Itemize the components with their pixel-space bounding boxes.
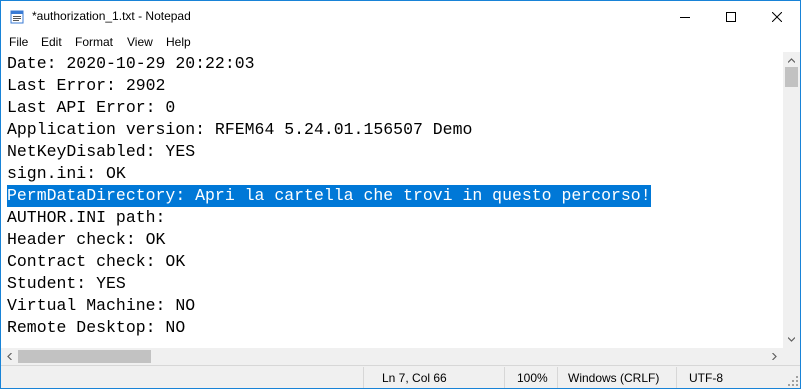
minimize-button[interactable] [662, 1, 708, 32]
title-bar[interactable]: *authorization_1.txt - Notepad [1, 1, 800, 32]
scroll-left-button[interactable] [1, 348, 18, 365]
cursor-position: Ln 7, Col 66 [382, 371, 447, 385]
vertical-scrollbar[interactable] [783, 52, 800, 348]
maximize-button[interactable] [708, 1, 754, 32]
status-bar: Ln 7, Col 66 100% Windows (CRLF) UTF-8 [1, 365, 800, 388]
selected-text-line: PermDataDirectory: Apri la cartella che … [7, 185, 651, 207]
text-line: sign.ini: OK [7, 164, 126, 183]
chevron-left-icon [7, 353, 12, 360]
horizontal-scrollbar[interactable] [1, 348, 783, 365]
scrollbar-corner [783, 348, 800, 365]
text-line: Date: 2020-10-29 20:22:03 [7, 54, 255, 73]
encoding: UTF-8 [689, 371, 723, 385]
close-icon [772, 11, 782, 22]
resize-grip-icon[interactable] [788, 376, 798, 386]
vertical-scroll-thumb[interactable] [785, 67, 798, 87]
zoom-level: 100% [517, 371, 548, 385]
notepad-window: *authorization_1.txt - Notepad File Edit… [0, 0, 801, 389]
line-ending: Windows (CRLF) [568, 371, 660, 385]
text-line: AUTHOR.INI path: [7, 208, 166, 227]
menu-file[interactable]: File [9, 35, 28, 49]
status-divider [557, 367, 558, 388]
text-line: Remote Desktop: NO [7, 318, 186, 337]
text-line: Contract check: OK [7, 252, 186, 271]
close-button[interactable] [754, 1, 800, 32]
horizontal-scroll-thumb[interactable] [18, 350, 151, 363]
text-line: Header check: OK [7, 230, 166, 249]
text-line: Virtual Machine: NO [7, 296, 196, 315]
menu-bar: File Edit Format View Help [1, 32, 800, 52]
notepad-icon [10, 10, 24, 24]
menu-help[interactable]: Help [166, 35, 191, 49]
text-line: NetKeyDisabled: YES [7, 142, 196, 161]
text-line: Last API Error: 0 [7, 98, 176, 117]
status-divider [363, 367, 364, 388]
status-divider [676, 367, 677, 388]
menu-format[interactable]: Format [75, 35, 113, 49]
chevron-up-icon [788, 58, 795, 63]
text-line: Last Error: 2902 [7, 76, 166, 95]
chevron-down-icon [788, 337, 795, 342]
chevron-right-icon [772, 353, 777, 360]
menu-view[interactable]: View [127, 35, 153, 49]
maximize-icon [726, 11, 736, 22]
scroll-down-button[interactable] [783, 331, 800, 348]
scroll-right-button[interactable] [766, 348, 783, 365]
text-editor[interactable]: Date: 2020-10-29 20:22:03 Last Error: 29… [1, 52, 783, 348]
text-line: Student: YES [7, 274, 126, 293]
menu-edit[interactable]: Edit [41, 35, 62, 49]
minimize-icon [680, 16, 690, 18]
text-line: Application version: RFEM64 5.24.01.1565… [7, 120, 473, 139]
status-divider [504, 367, 505, 388]
window-title: *authorization_1.txt - Notepad [32, 9, 191, 23]
